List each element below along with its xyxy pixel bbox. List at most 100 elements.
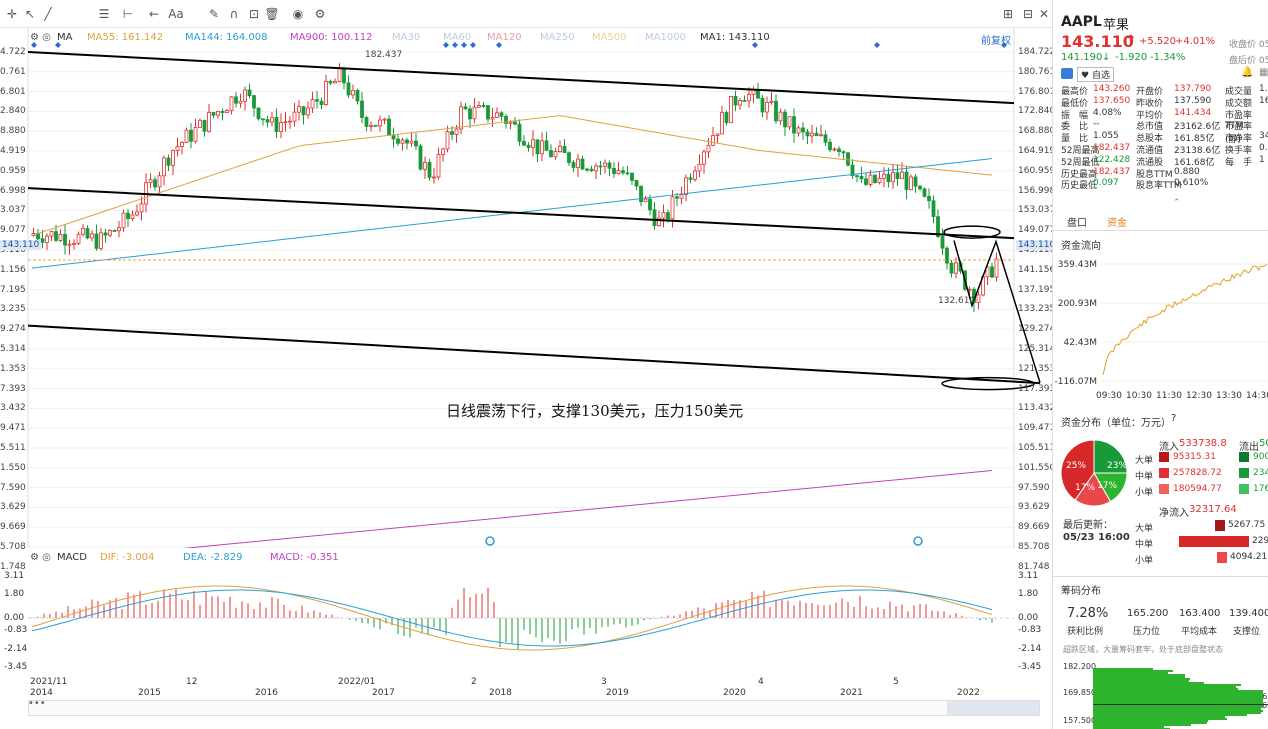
candle: [679, 194, 684, 199]
candle: [765, 102, 769, 113]
brush-icon[interactable]: ✎: [206, 7, 222, 21]
event-marker: [485, 536, 495, 546]
candle: [508, 121, 513, 124]
candle: [499, 112, 504, 117]
more-icon[interactable]: •••: [28, 698, 46, 709]
cursor-icon[interactable]: ↖: [22, 7, 38, 21]
ma1-legend[interactable]: MA1: 143.110: [700, 32, 770, 43]
back-icon[interactable]: ←: [146, 7, 162, 21]
candle: [643, 198, 648, 203]
current-price-left: 143.110: [0, 240, 42, 250]
ma900-line: [182, 470, 993, 548]
grid-icon[interactable]: ▦: [1259, 67, 1268, 78]
candle: [535, 139, 540, 155]
stat-value: 137.590: [1174, 95, 1212, 106]
net-value: 22955.67: [1252, 536, 1268, 546]
candle: [706, 144, 711, 153]
measure-icon[interactable]: ⊢: [120, 7, 136, 21]
magnet-icon[interactable]: ∩: [226, 7, 242, 21]
stat-value: 4.08%: [1093, 107, 1122, 118]
text-icon[interactable]: Aa: [168, 7, 184, 21]
candle: [720, 112, 724, 135]
candle: [373, 124, 378, 127]
stat-label: 每 手: [1225, 157, 1253, 168]
candle: [990, 266, 994, 278]
adjust-toggle[interactable]: 前复权: [981, 32, 1011, 47]
candle: [189, 129, 193, 142]
lock-icon[interactable]: ⊡: [246, 7, 262, 21]
price-tick-right: 93.629: [1018, 502, 1050, 513]
candle: [576, 158, 580, 168]
ma900-legend[interactable]: MA900: 100.112: [290, 32, 372, 43]
resistance-line: [27, 51, 1015, 105]
macd-panel[interactable]: ⚙ ◎ MACD DIF: -3.004 DEA: -2.829 MACD: -…: [0, 548, 1052, 688]
settings-icon[interactable]: ⚙: [312, 7, 328, 21]
chart-settings-icon[interactable]: ⚙ ◎: [30, 32, 51, 43]
ma144-legend[interactable]: MA144: 164.008: [185, 32, 267, 43]
tab-fund[interactable]: 资金: [1107, 214, 1127, 229]
ma500-legend[interactable]: MA500: [592, 32, 627, 43]
close-icon[interactable]: ✕: [1036, 7, 1052, 21]
candle: [522, 140, 526, 146]
dea-legend[interactable]: DEA: -2.829: [183, 552, 242, 563]
year-label: 2015: [138, 688, 161, 698]
candle: [414, 140, 418, 147]
bell-icon[interactable]: 🔔: [1241, 67, 1253, 78]
fib-icon[interactable]: ☰: [96, 7, 112, 21]
stat-value: 34.3: [1259, 131, 1268, 142]
macd-tick-right: 3.11: [1018, 571, 1039, 581]
add-watchlist-button[interactable]: ♥ 自选: [1077, 67, 1114, 82]
candle: [931, 200, 936, 218]
candle: [814, 132, 819, 137]
inflow-swatch: [1159, 452, 1169, 462]
dif-legend[interactable]: DIF: -3.004: [100, 552, 154, 563]
candle: [513, 121, 517, 125]
macd-legend[interactable]: MACD: -0.351: [270, 552, 339, 563]
price-tick-left: 1.550: [0, 462, 26, 473]
candle: [841, 151, 846, 154]
candle: [126, 212, 130, 219]
candle: [868, 174, 873, 185]
help-icon[interactable]: ?: [1171, 413, 1176, 424]
price-tick-left: 6.801: [0, 86, 26, 97]
fullscreen-icon[interactable]: ⊟: [1020, 7, 1036, 21]
ma60-legend[interactable]: MA60: [443, 32, 471, 43]
draw-line-icon[interactable]: ╱: [40, 7, 56, 21]
net-bar: [1179, 536, 1249, 547]
candle: [256, 107, 261, 120]
ma250-legend[interactable]: MA250: [540, 32, 575, 43]
ma55-legend[interactable]: MA55: 161.142: [87, 32, 163, 43]
candle: [391, 134, 396, 140]
year-label: 2020: [723, 688, 746, 698]
expand-icon[interactable]: ⊞: [1000, 7, 1016, 21]
tag-icon[interactable]: [1061, 68, 1073, 79]
pie-label: 17%: [1097, 481, 1117, 491]
candle: [342, 68, 346, 84]
ma1000-legend[interactable]: MA1000: [645, 32, 686, 43]
flow-line: [1102, 263, 1268, 376]
ma120-legend[interactable]: MA120: [487, 32, 522, 43]
collapse-icon[interactable]: ⌃: [1173, 198, 1181, 208]
price-tick-right: 184.722: [1018, 47, 1056, 57]
ma30-legend[interactable]: MA30: [392, 32, 420, 43]
candle: [976, 294, 981, 303]
candle: [94, 233, 99, 249]
net-row-label: 中单: [1135, 540, 1154, 550]
eye-icon[interactable]: ◉: [290, 7, 306, 21]
time-scroller[interactable]: [28, 700, 1040, 716]
macd-settings-icon[interactable]: ⚙ ◎: [30, 552, 51, 563]
tab-quote[interactable]: 盘口: [1067, 214, 1087, 229]
candlestick-chart[interactable]: ⚙ ◎ MA MA55: 161.142 MA144: 164.008 MA90…: [0, 28, 1058, 572]
net-inflow-value: 32317.64: [1189, 504, 1237, 515]
candle: [72, 242, 76, 245]
scroller-window[interactable]: [947, 701, 1039, 715]
price-tick-left: 9.274: [0, 324, 26, 335]
delete-icon[interactable]: 🗑: [264, 7, 280, 21]
candle: [666, 212, 670, 220]
candle: [994, 258, 999, 278]
macd-tick-left: 3.11: [4, 571, 25, 581]
candle: [387, 118, 391, 136]
crosshair-icon[interactable]: ✛: [4, 7, 20, 21]
candle: [162, 157, 166, 177]
candle: [598, 165, 603, 168]
